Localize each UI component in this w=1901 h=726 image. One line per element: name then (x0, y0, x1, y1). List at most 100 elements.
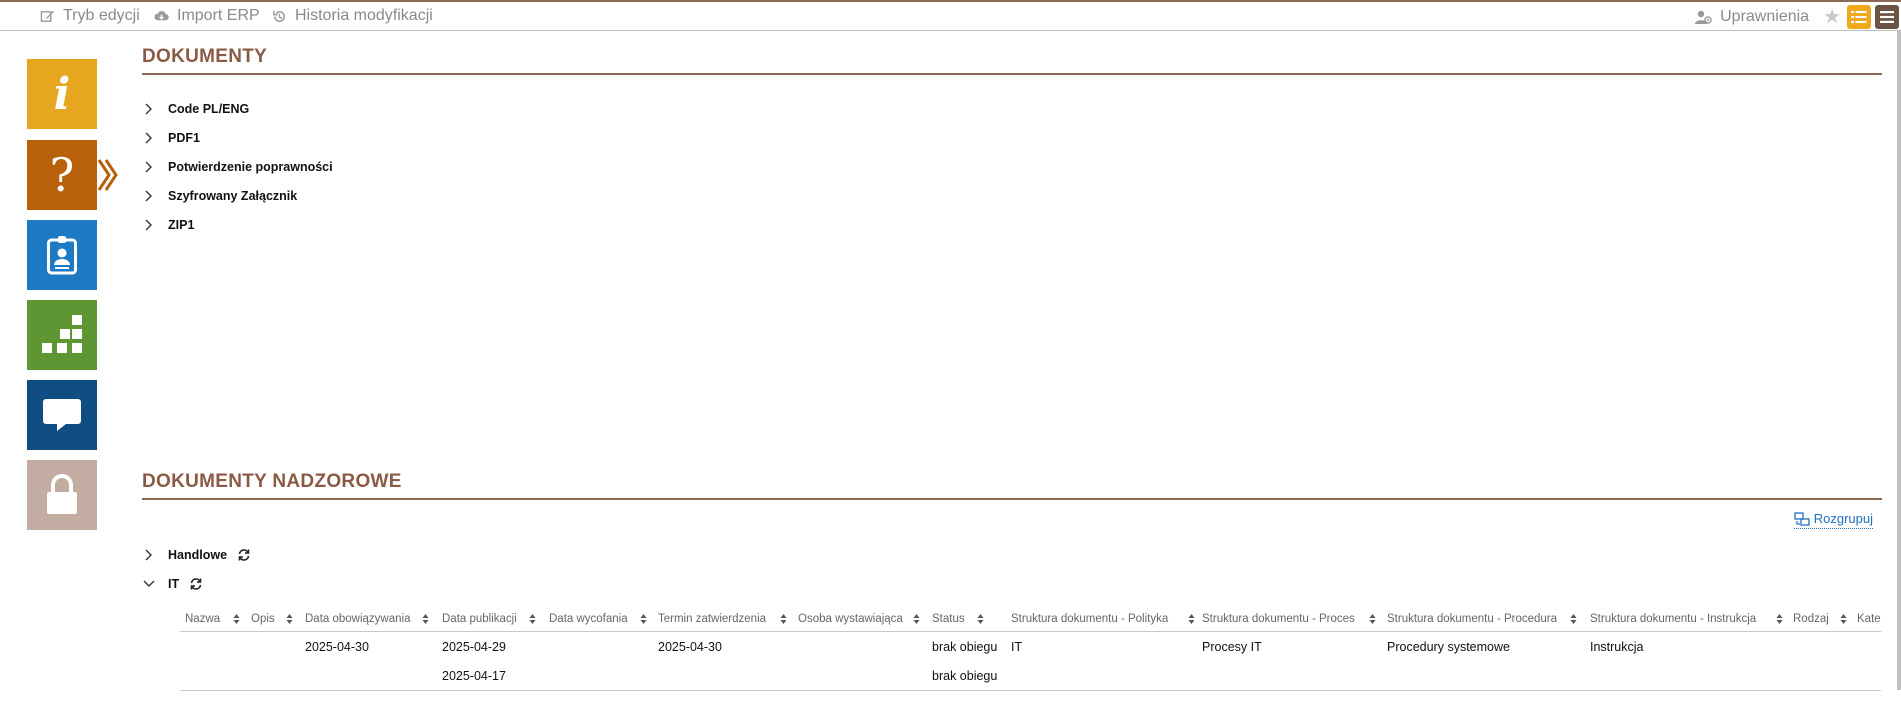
column-header-instrukcja[interactable]: Struktura dokumentu - Instrukcja (1590, 613, 1756, 625)
history-label: Historia modyfikacji (295, 7, 433, 24)
lock-icon (47, 474, 77, 514)
column-header-data-obowiazywania[interactable]: Data obowiązywania (305, 613, 410, 625)
list-view-button[interactable] (1847, 5, 1871, 29)
sort-icon[interactable] (529, 613, 536, 625)
column-header-data-publikacji[interactable]: Data publikacji (442, 613, 517, 625)
menu-button[interactable] (1875, 5, 1899, 29)
vertical-scrollbar[interactable] (1897, 30, 1901, 690)
document-item-label: ZIP1 (168, 218, 195, 232)
sort-icon[interactable] (780, 613, 787, 625)
column-header-proces[interactable]: Struktura dokumentu - Proces (1202, 613, 1355, 625)
history-icon (273, 10, 285, 22)
hamburger-icon (1880, 11, 1894, 23)
group-label: IT (168, 577, 180, 591)
sidebar-tile-lock[interactable] (27, 460, 97, 530)
chevron-right-icon[interactable] (142, 131, 156, 145)
sort-icon[interactable] (1570, 613, 1577, 625)
grid-bottom-border (180, 690, 1881, 691)
column-header-data-wycofania[interactable]: Data wycofania (549, 613, 628, 625)
column-header-opis[interactable]: Opis (251, 613, 275, 625)
permissions-button[interactable]: Uprawnienia (1694, 8, 1809, 26)
import-erp-label: Import ERP (177, 7, 260, 24)
column-header-polityka[interactable]: Struktura dokumentu - Polityka (1011, 613, 1168, 625)
column-header-rodzaj[interactable]: Rodzaj (1793, 613, 1829, 625)
sidebar-tile-chat[interactable] (27, 380, 97, 450)
sidebar-tile-info[interactable]: i (27, 59, 97, 129)
chevron-right-icon[interactable] (142, 102, 156, 116)
edit-icon (40, 10, 55, 22)
sort-icon[interactable] (233, 613, 240, 625)
column-header-osoba-wystawiajaca[interactable]: Osoba wystawiająca (798, 613, 903, 625)
edit-mode-button[interactable]: Tryb edycji (40, 7, 140, 25)
top-toolbar: Tryb edycji Import ERP Historia modyfika… (0, 2, 1901, 31)
sidebar-tile-badge[interactable] (27, 220, 97, 290)
refresh-icon[interactable] (237, 548, 251, 562)
edit-mode-label: Tryb edycji (63, 7, 140, 24)
document-item[interactable]: Potwierdzenie poprawności (142, 160, 333, 174)
group-label: Handlowe (168, 548, 228, 562)
table-row[interactable]: 2025-04-17 brak obiegu (180, 661, 1881, 690)
badge-icon (47, 236, 77, 275)
cell-proces: Procesy IT (1202, 640, 1262, 654)
document-item[interactable]: ZIP1 (142, 218, 194, 232)
chevron-right-icon[interactable] (142, 189, 156, 203)
document-item[interactable]: Szyfrowany Załącznik (142, 189, 297, 203)
cell-data-publikacji: 2025-04-29 (442, 640, 506, 654)
chevron-right-icon[interactable] (142, 218, 156, 232)
document-item[interactable]: PDF1 (142, 131, 200, 145)
column-header-status[interactable]: Status (932, 613, 965, 625)
steps-icon (42, 315, 82, 353)
active-tile-chevron-icon (97, 159, 118, 191)
cloud-download-icon (154, 10, 169, 20)
document-item[interactable]: Code PL/ENG (142, 102, 249, 116)
info-icon: i (53, 68, 71, 120)
document-item-label: PDF1 (168, 131, 200, 145)
grid-header: Nazwa Opis Data obowiązywania Data publi… (180, 609, 1881, 632)
sort-icon[interactable] (422, 613, 429, 625)
chevron-right-icon[interactable] (142, 160, 156, 174)
help-icon: ? (49, 148, 75, 202)
toolbar-right-group: Uprawnienia ★ (1694, 5, 1901, 29)
ungroup-label: Rozgrupuj (1813, 511, 1873, 526)
sort-icon[interactable] (913, 613, 920, 625)
cell-status: brak obiegu (932, 669, 998, 683)
cell-data-publikacji: 2025-04-17 (442, 669, 506, 683)
ungroup-button[interactable]: Rozgrupuj (1793, 511, 1873, 529)
supervisory-section-title: DOKUMENTY NADZOROWE (142, 471, 1882, 500)
import-erp-button[interactable]: Import ERP (154, 7, 260, 25)
chat-icon (43, 399, 81, 431)
cell-procedura: Procedury systemowe (1387, 640, 1510, 654)
column-header-kategoria[interactable]: Kate (1857, 613, 1881, 625)
column-header-nazwa[interactable]: Nazwa (185, 613, 220, 625)
cell-termin-zatwierdzenia: 2025-04-30 (658, 640, 722, 654)
column-header-termin-zatwierdzenia[interactable]: Termin zatwierdzenia (658, 613, 766, 625)
history-button[interactable]: Historia modyfikacji (272, 7, 433, 25)
sort-icon[interactable] (640, 613, 647, 625)
documents-section-title: DOKUMENTY (142, 46, 1882, 75)
sort-icon[interactable] (1188, 613, 1195, 625)
sort-icon[interactable] (1776, 613, 1783, 625)
table-row[interactable]: 2025-04-30 2025-04-29 2025-04-30 brak ob… (180, 632, 1881, 661)
star-icon[interactable]: ★ (1823, 7, 1841, 27)
sort-icon[interactable] (1840, 613, 1847, 625)
sort-icon[interactable] (286, 613, 293, 625)
permissions-label: Uprawnienia (1720, 8, 1810, 25)
cell-data-obowiazywania: 2025-04-30 (305, 640, 369, 654)
chevron-right-icon[interactable] (142, 548, 156, 562)
refresh-icon[interactable] (189, 577, 203, 591)
list-icon (1851, 11, 1867, 23)
documents-grid: Nazwa Opis Data obowiązywania Data publi… (180, 609, 1881, 691)
sidebar-tile-steps[interactable] (27, 300, 97, 370)
group-item-it[interactable]: IT (142, 577, 203, 591)
sort-icon[interactable] (977, 613, 984, 625)
sidebar-tile-help[interactable]: ? (27, 140, 97, 210)
column-header-procedura[interactable]: Struktura dokumentu - Procedura (1387, 613, 1557, 625)
user-gear-icon (1695, 10, 1712, 24)
document-item-label: Code PL/ENG (168, 102, 250, 116)
group-item-handlowe[interactable]: Handlowe (142, 548, 251, 562)
document-item-label: Szyfrowany Załącznik (168, 189, 298, 203)
document-item-label: Potwierdzenie poprawności (168, 160, 333, 174)
cell-polityka: IT (1011, 640, 1023, 654)
chevron-down-icon[interactable] (142, 577, 156, 591)
sort-icon[interactable] (1369, 613, 1376, 625)
